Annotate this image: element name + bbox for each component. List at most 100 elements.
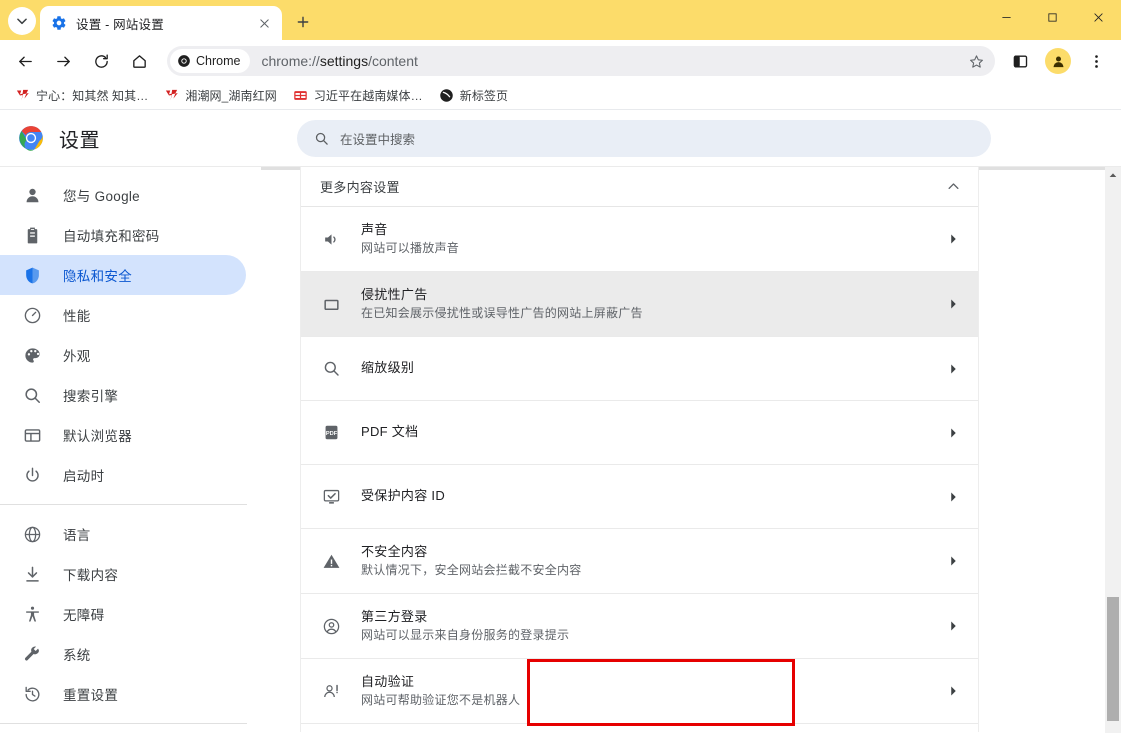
- setting-subtitle: 网站可以播放声音: [361, 241, 460, 256]
- sidebar-item-downloads[interactable]: 下载内容: [0, 554, 246, 594]
- shield-icon: [22, 265, 42, 285]
- chrome-chip[interactable]: Chrome: [170, 49, 251, 73]
- sidebar-item-label: 无障碍: [63, 608, 105, 623]
- home-button[interactable]: [123, 45, 155, 77]
- close-icon[interactable]: [254, 13, 274, 33]
- bookmark-label: 习近平在越南媒体…: [313, 89, 423, 103]
- back-button[interactable]: [9, 45, 41, 77]
- search-input[interactable]: 在设置中搜索: [297, 119, 991, 157]
- sidebar-item-label: 系统: [63, 648, 91, 663]
- scroll-up-button[interactable]: [1105, 167, 1121, 183]
- sidebar-item-label: 搜索引擎: [63, 389, 119, 404]
- setting-row-text: 第三方登录 网站可以显示来自身份服务的登录提示: [349, 608, 945, 645]
- chevron-right-icon[interactable]: [945, 298, 961, 310]
- sidebar-item-label: 默认浏览器: [63, 429, 132, 444]
- window-controls: [983, 0, 1121, 34]
- gear-icon: [52, 16, 66, 30]
- scrollbar-thumb[interactable]: [1107, 597, 1119, 721]
- sidebar-item-default-browser[interactable]: 默认浏览器: [0, 415, 246, 455]
- setting-row-text: 不安全内容 默认情况下，安全网站会拦截不安全内容: [349, 543, 945, 580]
- pdf-icon: PDF: [313, 423, 349, 442]
- setting-title: 受保护内容 ID: [361, 488, 446, 504]
- bookmark-label: 宁心：知其然 知其…: [36, 89, 149, 103]
- history-restore-icon: [22, 684, 42, 704]
- setting-subtitle: 网站可帮助验证您不是机器人: [361, 693, 521, 708]
- setting-row-zoom-levels[interactable]: 缩放级别: [301, 337, 978, 401]
- sidebar-item-performance[interactable]: 性能: [0, 295, 246, 335]
- bookmark-item[interactable]: 湘潮网_湖南红网: [157, 85, 283, 107]
- sidebar-item-label: 自动填充和密码: [63, 229, 160, 244]
- zoom-search-icon: [313, 359, 349, 378]
- avatar-icon: [1053, 56, 1063, 67]
- setting-row-protected-content-id[interactable]: 受保护内容 ID: [301, 465, 978, 529]
- sidebar-divider: [0, 504, 247, 505]
- forward-button[interactable]: [47, 45, 79, 77]
- setting-row-automatic-verification[interactable]: 自动验证 网站可帮助验证您不是机器人: [301, 659, 978, 724]
- bookmark-label: 湘潮网_湖南红网: [185, 89, 277, 103]
- setting-title: PDF 文档: [361, 424, 419, 440]
- section-header[interactable]: 更多内容设置: [301, 167, 978, 207]
- setting-row-insecure-content[interactable]: 不安全内容 默认情况下，安全网站会拦截不安全内容: [301, 529, 978, 594]
- clipboard-icon: [22, 225, 42, 245]
- title-bar: 设置 - 网站设置: [0, 0, 1121, 40]
- sidebar-item-search-engine[interactable]: 搜索引擎: [0, 375, 246, 415]
- sidebar-item-on-startup[interactable]: 启动时: [0, 455, 246, 495]
- forward-arrow-icon: [56, 56, 70, 66]
- bookmark-label: 新标签页: [459, 89, 509, 103]
- three-dot-menu-icon: [1094, 54, 1098, 68]
- bookmark-item[interactable]: 习近平在越南媒体…: [286, 85, 430, 107]
- setting-row-intrusive-ads[interactable]: 侵扰性广告 在已知会展示侵扰性或误导性广告的网站上屏蔽广告: [301, 272, 978, 337]
- section-title: 更多内容设置: [320, 180, 400, 195]
- setting-subtitle: 在已知会展示侵扰性或误导性广告的网站上屏蔽广告: [361, 306, 643, 321]
- chevron-right-icon[interactable]: [945, 233, 961, 245]
- sidebar-item-accessibility[interactable]: 无障碍: [0, 594, 246, 634]
- setting-title: 第三方登录: [361, 608, 428, 624]
- minimize-button[interactable]: [983, 0, 1029, 34]
- setting-row-sound[interactable]: 声音 网站可以播放声音: [301, 207, 978, 272]
- chevron-right-icon[interactable]: [945, 491, 961, 503]
- sidebar-item-languages[interactable]: 语言: [0, 514, 246, 554]
- sidebar-item-system[interactable]: 系统: [0, 634, 246, 674]
- new-tab-button[interactable]: [289, 8, 317, 36]
- browser-menu-button[interactable]: [1080, 45, 1112, 77]
- search-placeholder: 在设置中搜索: [340, 132, 416, 147]
- sidebar-item-appearance[interactable]: 外观: [0, 335, 246, 375]
- setting-row-pdf-documents[interactable]: PDF PDF 文档: [301, 401, 978, 465]
- sidebar-item-privacy-security[interactable]: 隐私和安全: [0, 255, 246, 295]
- svg-text:PDF: PDF: [325, 431, 337, 437]
- sidebar-item-autofill-passwords[interactable]: 自动填充和密码: [0, 215, 246, 255]
- close-window-button[interactable]: [1075, 0, 1121, 34]
- person-icon: [22, 185, 42, 205]
- bookmark-star-button[interactable]: [963, 48, 989, 74]
- bookmark-item[interactable]: 宁心：知其然 知其…: [8, 85, 155, 107]
- sidebar-item-you-and-google[interactable]: 您与 Google: [0, 175, 246, 215]
- tab-search-button[interactable]: [8, 7, 36, 35]
- scrollbar[interactable]: [1105, 167, 1121, 733]
- chevron-right-icon[interactable]: [945, 427, 961, 439]
- reload-button[interactable]: [85, 45, 117, 77]
- side-panel-button[interactable]: [1004, 45, 1036, 77]
- globe-icon: [22, 524, 42, 544]
- tab-title: 设置 - 网站设置: [76, 17, 164, 32]
- chevron-up-icon[interactable]: [946, 179, 961, 194]
- settings-sidebar: 您与 Google 自动填充和密码 隐私和安全 性能 外观 搜索引擎 默认浏览器: [0, 167, 261, 732]
- setting-row-text: 自动验证 网站可帮助验证您不是机器人: [349, 673, 945, 710]
- chevron-right-icon[interactable]: [945, 620, 961, 632]
- side-panel-icon: [1013, 55, 1027, 67]
- chevron-right-icon[interactable]: [945, 363, 961, 375]
- browser-tab[interactable]: 设置 - 网站设置: [40, 6, 282, 40]
- sidebar-item-label: 外观: [63, 349, 91, 364]
- profile-button[interactable]: [1045, 48, 1071, 74]
- account-circle-icon: [313, 617, 349, 636]
- chevron-right-icon[interactable]: [945, 685, 961, 697]
- address-bar-url: chrome://settings/content: [261, 53, 418, 69]
- download-icon: [22, 564, 42, 584]
- chevron-right-icon[interactable]: [945, 555, 961, 567]
- bookmark-item[interactable]: 新标签页: [432, 85, 515, 107]
- address-bar[interactable]: Chrome chrome://settings/content: [167, 46, 995, 76]
- maximize-button[interactable]: [1029, 0, 1075, 34]
- setting-row-third-party-signin[interactable]: 第三方登录 网站可以显示来自身份服务的登录提示: [301, 594, 978, 659]
- back-arrow-icon: [18, 56, 32, 66]
- sidebar-item-reset-settings[interactable]: 重置设置: [0, 674, 246, 714]
- setting-title: 声音: [361, 221, 388, 237]
